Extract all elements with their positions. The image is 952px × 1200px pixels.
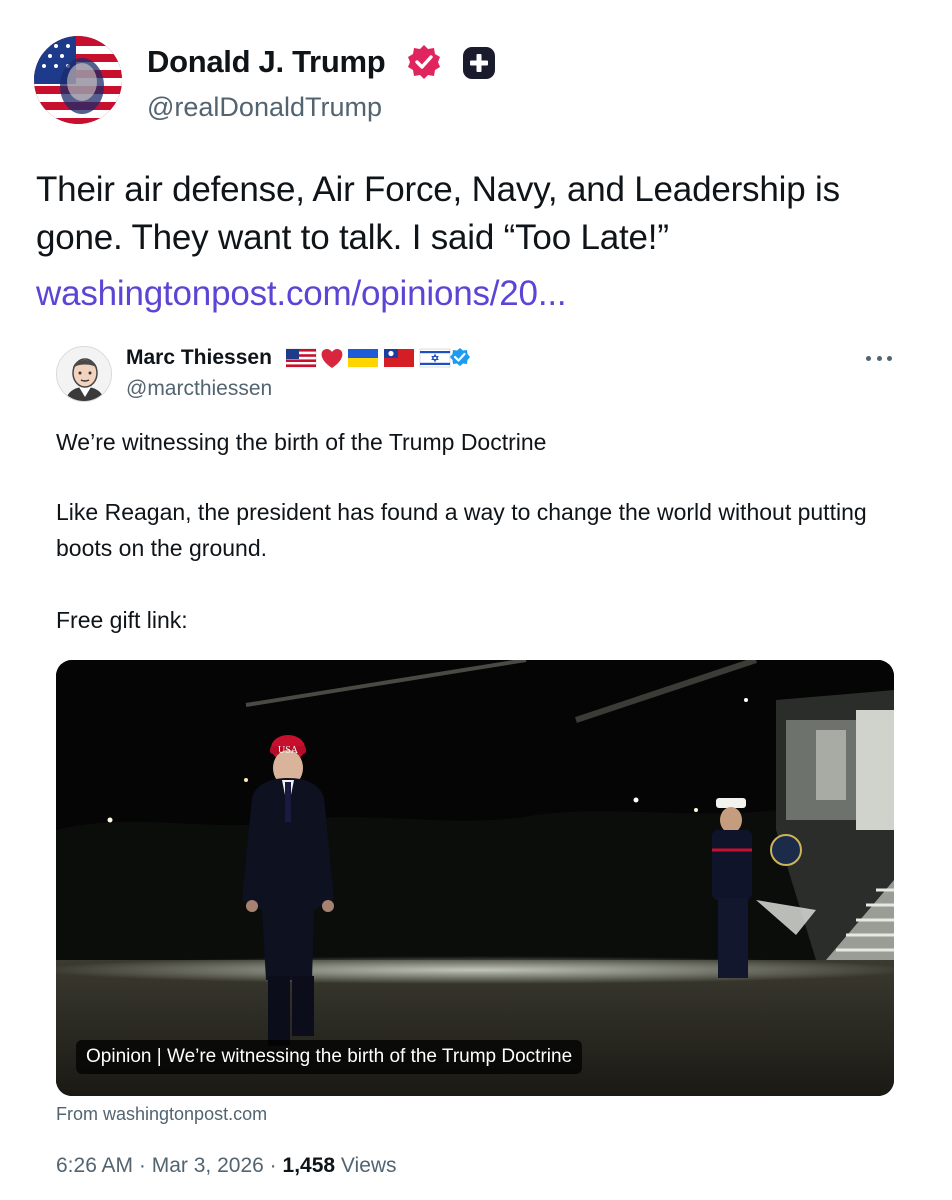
quoted-author-name[interactable]: Marc Thiessen	[126, 346, 272, 370]
post-metadata: 6:26 AM · Mar 3, 2026 · 1,458 Views	[56, 1154, 397, 1178]
israel-flag-icon	[419, 348, 451, 368]
author-avatar[interactable]	[34, 36, 122, 124]
ukraine-flag-icon	[348, 349, 378, 367]
views-label: Views	[340, 1154, 397, 1177]
quoted-text-paragraph-1: We’re witnessing the birth of the Trump …	[56, 429, 547, 455]
verified-badge-icon	[408, 45, 440, 79]
post-link[interactable]: washingtonpost.com/opinions/20...	[36, 270, 567, 318]
verified-blue-icon	[450, 348, 470, 366]
quoted-author-avatar[interactable]	[56, 346, 112, 402]
quoted-name-emojis	[286, 348, 470, 368]
meta-separator: ·	[269, 1154, 277, 1177]
cap-text: USA	[278, 745, 299, 756]
plus-badge-icon	[463, 47, 495, 79]
quoted-text-paragraph-2: Like Reagan, the president has found a w…	[56, 499, 867, 561]
post-date[interactable]: Mar 3, 2026	[152, 1154, 264, 1177]
views-count: 1,458	[282, 1154, 336, 1177]
link-card-source[interactable]: From washingtonpost.com	[56, 1104, 267, 1125]
author-display-name[interactable]: Donald J. Trump	[147, 44, 386, 80]
taiwan-flag-icon	[384, 349, 414, 367]
author-handle[interactable]: @realDonaldTrump	[147, 92, 382, 123]
quoted-author-handle[interactable]: @marcthiessen	[126, 377, 272, 401]
post-time[interactable]: 6:26 AM	[56, 1154, 133, 1177]
us-flag-icon	[286, 348, 317, 368]
link-card-image[interactable]: USA Opinion | We’re witnessing the birth…	[56, 660, 894, 1096]
red-heart-icon	[321, 349, 343, 368]
quoted-text-paragraph-3: Free gift link:	[56, 607, 188, 633]
meta-separator: ·	[138, 1154, 146, 1177]
post-text: Their air defense, Air Force, Navy, and …	[36, 170, 840, 257]
link-card-caption[interactable]: Opinion | We’re witnessing the birth of …	[76, 1040, 583, 1074]
more-options-icon[interactable]	[862, 346, 896, 370]
